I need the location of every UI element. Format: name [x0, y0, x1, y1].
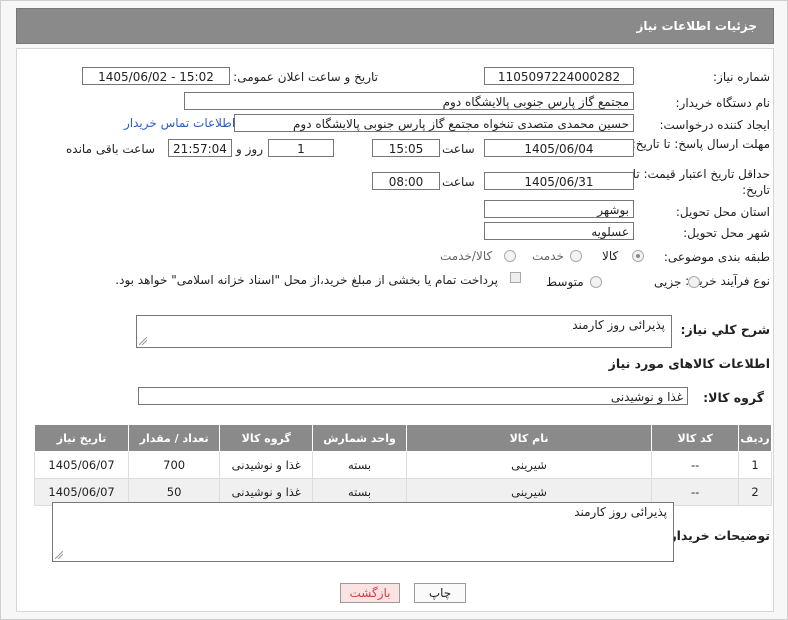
province-label: استان محل تحویل: [675, 205, 770, 219]
buyer-notes-text: پذیرائی روز کارمند [574, 505, 667, 519]
requester-field: حسین محمدی متصدی تنخواه مجتمع گاز پارس ج… [234, 114, 634, 132]
cell-unit: بسته [312, 451, 407, 479]
reply-date-field: 1405/06/04 [484, 139, 634, 157]
process-option-medium: متوسط [546, 275, 584, 289]
buyer-notes-textarea[interactable]: پذیرائی روز کارمند [52, 502, 674, 562]
print-button[interactable]: چاپ [414, 583, 466, 603]
items-table-header-row: ردیف کد کالا نام کالا واحد شمارش گروه کا… [33, 424, 772, 452]
description-label: شرح کلي نياز: [680, 322, 770, 337]
back-button[interactable]: بازگشت [340, 583, 400, 603]
price-time-field: 08:00 [372, 172, 440, 190]
cell-need-date: 1405/06/07 [33, 451, 130, 479]
table-row: 1 -- شیرینی بسته غذا و نوشیدنی 700 1405/… [33, 451, 772, 479]
requester-label: ایجاد کننده درخواست: [659, 118, 770, 132]
buyer-notes-label: توضیحات خریدار: [664, 528, 770, 543]
resize-grip-icon [55, 551, 63, 559]
reply-deadline-label: مهلت ارسال پاسخ: تا تاریخ: [631, 137, 770, 151]
goods-section-title: اطلاعات کالاهای مورد نیاز [608, 356, 770, 371]
price-time-label: ساعت [442, 175, 475, 189]
goods-group-field: غذا و نوشیدنی [138, 387, 688, 405]
description-textarea[interactable]: پذیرائی روز کارمند [136, 315, 672, 348]
category-radio-service[interactable] [570, 250, 582, 262]
page-title: جزئیات اطلاعات نیاز [636, 19, 757, 33]
cell-row-number: 2 [738, 478, 772, 506]
col-item-code: کد کالا [651, 424, 740, 452]
announce-field: 1405/06/02 - 15:02 [82, 67, 230, 85]
cell-item-name: شیرینی [405, 451, 653, 479]
page-header: جزئیات اطلاعات نیاز [16, 8, 774, 44]
cell-item-code: -- [651, 451, 740, 479]
city-field: عسلویه [484, 222, 634, 240]
buyer-contact-link[interactable]: اطلاعات تماس خریدار [124, 116, 235, 130]
goods-group-label: گروه کالا: [703, 390, 764, 405]
buyer-org-field: مجتمع گاز پارس جنوبی پالایشگاه دوم [184, 92, 634, 110]
city-label: شهر محل تحویل: [683, 226, 770, 240]
category-radio-goods[interactable] [632, 250, 644, 262]
days-label: روز و [236, 142, 263, 156]
reply-time-field: 15:05 [372, 139, 440, 157]
need-number-label: شماره نیاز: [713, 70, 770, 84]
price-date-field: 1405/06/31 [484, 172, 634, 190]
col-item-name: نام کالا [405, 424, 653, 452]
process-radio-medium[interactable] [590, 276, 602, 288]
process-option-minor: جزیی [654, 275, 682, 289]
buyer-org-label: نام دستگاه خریدار: [675, 96, 771, 110]
col-unit: واحد شمارش [312, 424, 407, 452]
col-row-number: ردیف [738, 424, 772, 452]
category-radio-goods-service[interactable] [504, 250, 516, 262]
resize-grip-icon [139, 337, 147, 345]
province-field: بوشهر [484, 200, 634, 218]
price-deadline-label: حداقل تاریخ اعتبار قیمت: تا تاریخ: [632, 167, 770, 197]
need-number-field: 1105097224000282 [484, 67, 634, 85]
category-option-service: خدمت [532, 249, 564, 263]
cell-row-number: 1 [738, 451, 772, 479]
remaining-time-field: 21:57:04 [168, 139, 232, 157]
col-quantity: تعداد / مقدار [128, 424, 221, 452]
category-option-goods-service: کالا/خدمت [440, 249, 493, 263]
remaining-label: ساعت باقی مانده [66, 142, 156, 156]
cell-quantity: 700 [128, 451, 221, 479]
cell-item-group: غذا و نوشیدنی [219, 451, 314, 479]
col-item-group: گروه کالا [219, 424, 314, 452]
reply-time-label: ساعت [442, 142, 475, 156]
treasury-payment-checkbox[interactable] [510, 272, 521, 283]
items-table: ردیف کد کالا نام کالا واحد شمارش گروه کا… [33, 424, 772, 506]
category-option-goods: کالا [602, 249, 619, 263]
treasury-payment-note: پرداخت تمام یا بخشی از مبلغ خرید،از محل … [115, 273, 498, 287]
process-radio-minor[interactable] [688, 276, 700, 288]
days-field: 1 [268, 139, 334, 157]
description-text: پذیرائی روز کارمند [572, 318, 665, 332]
announce-label: تاریخ و ساعت اعلان عمومی: [233, 70, 378, 84]
col-need-date: تاریخ نیاز [33, 424, 130, 452]
category-label: طبقه بندی موضوعی: [663, 250, 770, 264]
